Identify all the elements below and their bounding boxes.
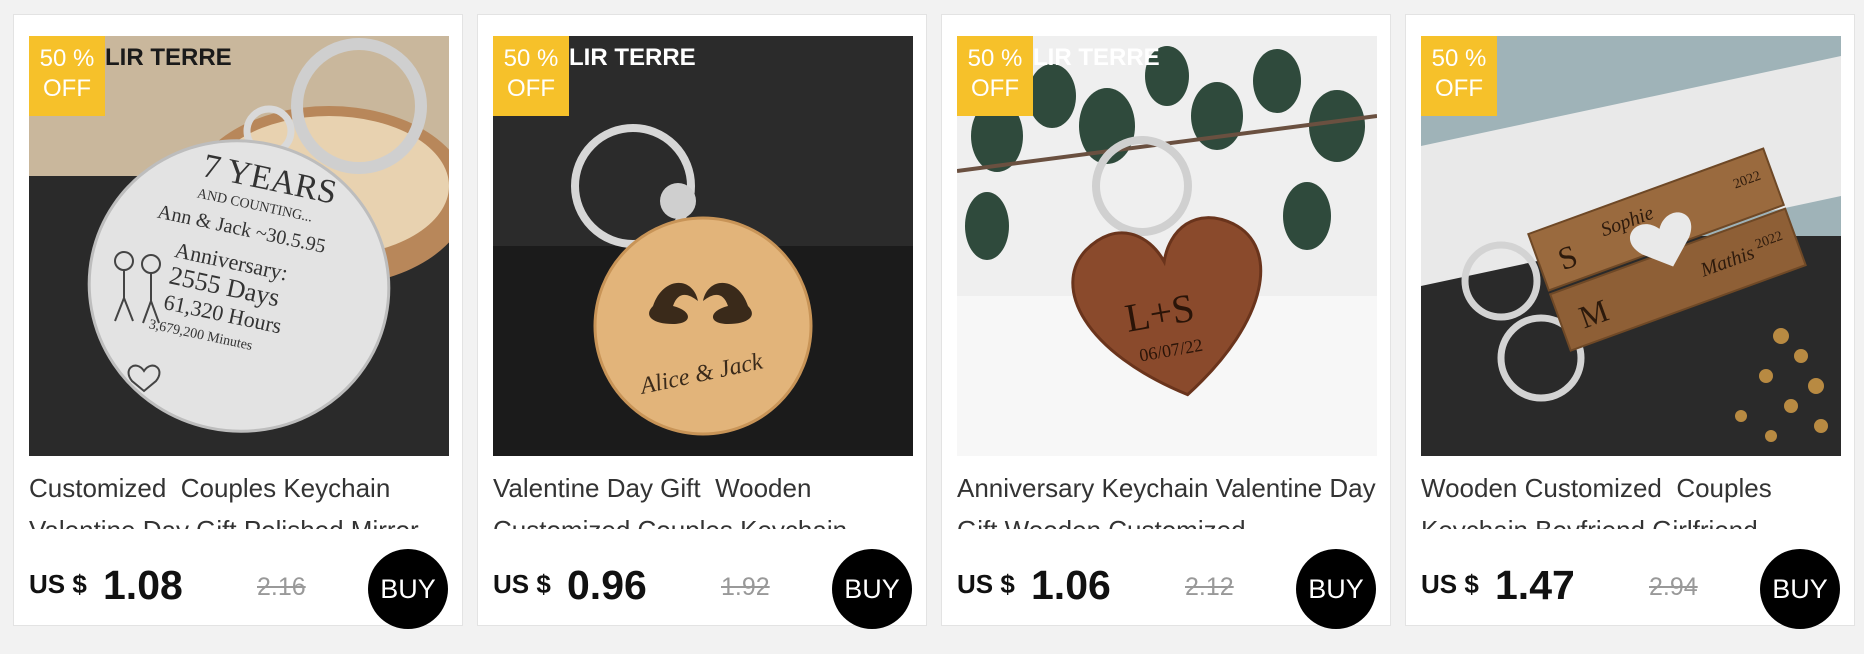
product-card[interactable]: 7 YEARS AND COUNTING... Ann & Jack ~30.5… bbox=[13, 14, 463, 629]
discount-percent: 50 % bbox=[967, 45, 1023, 72]
product-title[interactable]: Anniversary Keychain Valentine Day Gift … bbox=[957, 467, 1377, 529]
product-title[interactable]: Valentine Day Gift Wooden Customized Cou… bbox=[493, 467, 913, 529]
buy-button[interactable]: BUY bbox=[832, 549, 912, 629]
brand-watermark: LIR TERRE bbox=[105, 44, 232, 71]
price-row: US $ 1.06 2.12 BUY bbox=[957, 543, 1377, 629]
currency-label: US $ bbox=[1421, 569, 1479, 599]
currency-label: US $ bbox=[957, 569, 1015, 599]
original-price: 1.92 bbox=[721, 573, 770, 601]
buy-button[interactable]: BUY bbox=[1760, 549, 1840, 629]
discount-percent: 50 % bbox=[503, 45, 559, 72]
buy-button[interactable]: BUY bbox=[1296, 549, 1376, 629]
price-row: US $ 1.47 2.94 BUY bbox=[1421, 543, 1841, 629]
discount-badge: 50 % OFF bbox=[1421, 36, 1497, 116]
buy-button[interactable]: BUY bbox=[368, 549, 448, 629]
original-price: 2.94 bbox=[1649, 573, 1698, 601]
discount-off: OFF bbox=[507, 75, 555, 102]
discount-badge: 50 % OFF bbox=[29, 36, 105, 116]
brand-watermark: LIR TERRE bbox=[569, 44, 696, 71]
product-title[interactable]: Wooden Customized Couples Keychain Boyfr… bbox=[1421, 467, 1841, 529]
sale-price: 1.08 bbox=[103, 562, 183, 608]
original-price: 2.16 bbox=[257, 573, 306, 601]
discount-off: OFF bbox=[971, 75, 1019, 102]
discount-badge: 50 % OFF bbox=[493, 36, 569, 116]
discount-badge: 50 % OFF bbox=[957, 36, 1033, 116]
sale-price: 1.06 bbox=[1031, 562, 1111, 608]
currency-label: US $ bbox=[29, 569, 87, 599]
product-image[interactable]: 7 YEARS AND COUNTING... Ann & Jack ~30.5… bbox=[29, 36, 449, 456]
original-price: 2.12 bbox=[1185, 573, 1234, 601]
product-card[interactable]: L+S 06/07/22 50 % OFF LIR TERRE Annivers… bbox=[941, 14, 1391, 629]
discount-percent: 50 % bbox=[39, 45, 95, 72]
brand-watermark: LIR TERRE bbox=[1033, 44, 1160, 71]
product-image[interactable]: Alice & Jack 50 % OFF LIR TERRE bbox=[493, 36, 913, 456]
product-grid: 7 YEARS AND COUNTING... Ann & Jack ~30.5… bbox=[0, 0, 1864, 654]
discount-percent: 50 % bbox=[1431, 45, 1487, 72]
sale-price: 0.96 bbox=[567, 562, 647, 608]
product-card[interactable]: Sophie Mathis S M 2022 2022 50 % OFF Woo… bbox=[1405, 14, 1855, 629]
product-image[interactable]: L+S 06/07/22 50 % OFF LIR TERRE bbox=[957, 36, 1377, 456]
product-card[interactable]: Alice & Jack 50 % OFF LIR TERRE Valentin… bbox=[477, 14, 927, 629]
product-image[interactable]: Sophie Mathis S M 2022 2022 50 % OFF bbox=[1421, 36, 1841, 456]
discount-off: OFF bbox=[43, 75, 91, 102]
discount-off: OFF bbox=[1435, 75, 1483, 102]
product-title[interactable]: Customized Couples Keychain Valentine Da… bbox=[29, 467, 449, 529]
sale-price: 1.47 bbox=[1495, 562, 1575, 608]
price-row: US $ 1.08 2.16 BUY bbox=[29, 543, 449, 629]
price-row: US $ 0.96 1.92 BUY bbox=[493, 543, 913, 629]
currency-label: US $ bbox=[493, 569, 551, 599]
